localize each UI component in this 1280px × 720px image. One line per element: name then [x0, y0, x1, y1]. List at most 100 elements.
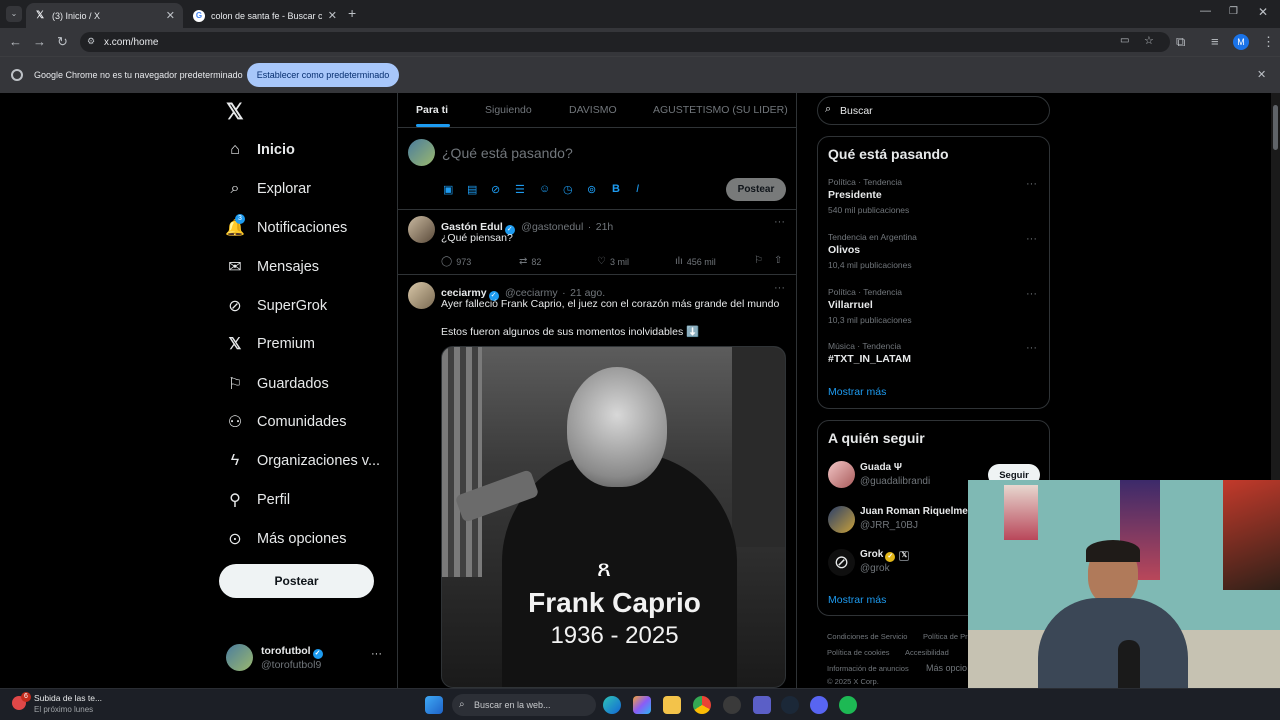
tweet-time[interactable]: 21h — [596, 221, 614, 233]
trend-more-icon[interactable]: ··· — [1026, 342, 1037, 354]
steam-icon[interactable] — [781, 696, 799, 714]
composer-post-button[interactable]: Postear — [726, 178, 786, 201]
tweet-more-icon[interactable]: ··· — [774, 282, 785, 294]
weather-widget[interactable]: 6 Subida de las te... El próximo lunes — [12, 692, 152, 718]
grok-icon[interactable]: ⊘ — [491, 183, 500, 196]
sidebar-item-explorar[interactable]: ⌕ Explorar — [226, 173, 311, 205]
tab-x-home[interactable]: 𝕏 (3) Inicio / X ✕ — [26, 3, 183, 28]
close-tab-icon[interactable]: ✕ — [328, 9, 337, 22]
trend-more-icon[interactable]: ··· — [1026, 178, 1037, 190]
close-tab-icon[interactable]: ✕ — [166, 9, 175, 22]
trend-name[interactable]: Villarruel — [828, 299, 873, 311]
edge-icon[interactable] — [603, 696, 621, 714]
sidebar-item-notificaciones[interactable]: 🔔 3 Notificaciones — [225, 212, 347, 244]
trend-name[interactable]: #TXT_IN_LATAM — [828, 353, 911, 365]
tweet-image[interactable]: ጸ Frank Caprio 1936 - 2025 — [441, 346, 786, 688]
views-button[interactable]: ılı 456 mil — [675, 256, 716, 267]
show-more-trends-link[interactable]: Mostrar más — [828, 386, 886, 398]
tab-para-ti[interactable]: Para ti — [416, 93, 448, 127]
sidebar-item-comunidades[interactable]: ⚇ Comunidades — [226, 406, 347, 438]
trend-more-icon[interactable]: ··· — [1026, 233, 1037, 245]
tab-agustetismo[interactable]: AGUSTETISMO (SU LIDER) — [653, 93, 788, 127]
italic-icon[interactable]: I — [636, 183, 639, 195]
trend-name[interactable]: Presidente — [828, 189, 882, 201]
sidebar-item-mas-opciones[interactable]: ⊙ Más opciones — [226, 523, 346, 555]
image-icon[interactable]: ▣ — [443, 183, 453, 196]
bookmark-button[interactable]: ⚐ — [754, 255, 767, 266]
footer-more-link[interactable]: Más opcio — [926, 663, 967, 673]
address-bar[interactable]: ⚙ x.com/home ▭ ☆ — [80, 32, 1170, 52]
reply-button[interactable]: ◯ 973 — [441, 256, 471, 267]
like-button[interactable]: ♡ 3 mil — [597, 256, 629, 267]
back-icon[interactable]: ← — [9, 34, 22, 49]
trend-more-icon[interactable]: ··· — [1026, 288, 1037, 300]
footer-accessibility-link[interactable]: Accesibilidad — [905, 648, 949, 657]
sidebar-item-perfil[interactable]: ⚲ Perfil — [226, 484, 290, 516]
footer-cookies-link[interactable]: Política de cookies — [827, 648, 890, 657]
follow-name[interactable]: Guada Ψ — [860, 462, 902, 473]
discord-icon[interactable] — [810, 696, 828, 714]
windows-start-icon[interactable] — [425, 696, 443, 714]
copilot-icon[interactable] — [633, 696, 651, 714]
site-info-icon[interactable]: ⚙ — [87, 36, 95, 47]
tab-davismo[interactable]: DAVISMO — [569, 93, 617, 127]
sidebar-item-supergrok[interactable]: ⊘ SuperGrok — [226, 290, 327, 322]
taskbar-search-input[interactable]: ⌕ Buscar en la web... — [452, 694, 596, 716]
share-button[interactable]: ⇧ — [774, 255, 786, 266]
composer-input[interactable]: ¿Qué está pasando? — [442, 145, 573, 161]
judge-face — [567, 367, 667, 487]
tab-google-search[interactable]: G colon de santa fe - Buscar con Google … — [185, 3, 345, 28]
tweet[interactable]: ceciarmy ✓ @ceciarmy · 21 ago. ··· Ayer f… — [398, 275, 796, 688]
restore-icon[interactable]: ❐ — [1229, 6, 1238, 17]
chrome-taskbar-icon[interactable] — [693, 696, 711, 714]
minimize-icon[interactable]: — — [1200, 5, 1211, 17]
search-input[interactable]: ⌕ Buscar — [817, 96, 1050, 125]
reload-icon[interactable]: ↻ — [57, 34, 68, 50]
trend-count: 10,4 mil publicaciones — [828, 260, 912, 270]
follow-name[interactable]: Juan Roman Riquelme — [860, 506, 968, 517]
emoji-icon[interactable]: ☺ — [539, 183, 550, 195]
tweet-more-icon[interactable]: ··· — [774, 216, 785, 228]
sidebar-item-premium[interactable]: 𝕏 Premium — [226, 328, 315, 360]
close-infobar-icon[interactable]: ✕ — [1257, 68, 1266, 81]
star-icon[interactable]: ☆ — [1144, 34, 1154, 47]
account-more-icon[interactable]: ··· — [371, 648, 382, 660]
new-tab-icon[interactable]: + — [348, 5, 356, 21]
follow-name[interactable]: Grok ✓ 𝕏 — [860, 549, 910, 562]
tab-search-icon[interactable]: ⌄ — [6, 6, 22, 22]
extensions-icon[interactable]: ⧉ — [1176, 34, 1185, 50]
show-more-follow-link[interactable]: Mostrar más — [828, 594, 886, 606]
close-window-icon[interactable]: ✕ — [1258, 5, 1268, 19]
reading-list-icon[interactable]: ≡ — [1211, 34, 1219, 49]
tweet[interactable]: Gastón Edul ✓ @gastonedul · 21h ··· ¿Qué … — [398, 210, 796, 274]
tab-siguiendo[interactable]: Siguiendo — [485, 93, 532, 127]
forward-icon[interactable]: → — [33, 34, 46, 49]
sidebar-item-inicio[interactable]: ⌂ Inicio — [226, 134, 295, 166]
footer-terms-link[interactable]: Condiciones de Servicio — [827, 632, 907, 641]
repost-button[interactable]: ⇄ 82 — [519, 256, 541, 267]
account-switcher[interactable]: torofutbol ✓ @torofutbol9 ··· — [226, 644, 386, 676]
gif-icon[interactable]: ▤ — [467, 183, 477, 196]
spotify-icon[interactable] — [839, 696, 857, 714]
teams-icon[interactable] — [753, 696, 771, 714]
app-icon[interactable] — [723, 696, 741, 714]
location-icon[interactable]: ⊚ — [587, 183, 596, 196]
bold-icon[interactable]: B — [612, 183, 620, 195]
footer-ads-link[interactable]: Información de anuncios — [827, 664, 909, 673]
install-icon[interactable]: ▭ — [1120, 35, 1129, 46]
sidebar-item-mensajes[interactable]: ✉ Mensajes — [226, 251, 319, 283]
set-default-button[interactable]: Establecer como predeterminado — [247, 63, 399, 87]
profile-avatar[interactable]: M — [1233, 34, 1249, 50]
menu-icon[interactable]: ⋮ — [1262, 34, 1275, 50]
file-explorer-icon[interactable] — [663, 696, 681, 714]
footer-privacy-link[interactable]: Política de Pr — [923, 632, 968, 641]
sidebar-item-organizaciones[interactable]: ϟ Organizaciones v... — [226, 445, 380, 477]
poll-icon[interactable]: ☰ — [515, 183, 525, 196]
trend-name[interactable]: Olivos — [828, 244, 860, 256]
x-logo-icon[interactable]: 𝕏 — [226, 99, 244, 125]
post-button[interactable]: Postear — [219, 564, 374, 598]
sidebar-item-guardados[interactable]: ⚐ Guardados — [226, 368, 329, 400]
tweet-handle[interactable]: @gastonedul — [521, 221, 583, 233]
schedule-icon[interactable]: ◷ — [563, 183, 573, 196]
scrollbar-thumb[interactable] — [1273, 105, 1278, 150]
